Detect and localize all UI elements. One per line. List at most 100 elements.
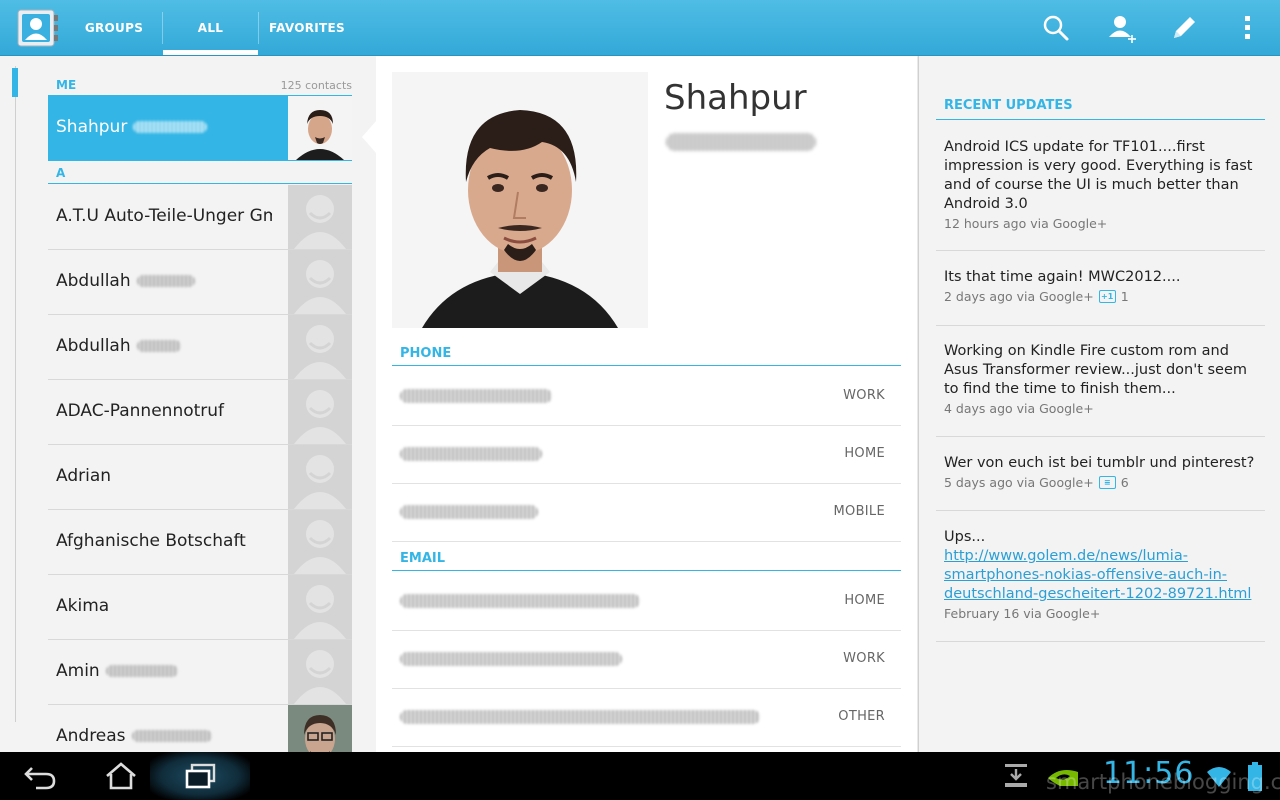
redacted-email xyxy=(400,652,622,666)
email-row-other[interactable]: OTHER xyxy=(392,689,901,747)
update-text: Wer von euch ist bei tumblr und pinteres… xyxy=(944,455,1255,471)
redacted-surname xyxy=(136,340,181,352)
redacted-phone-number xyxy=(400,505,538,519)
home-icon[interactable] xyxy=(104,762,138,794)
redacted-email xyxy=(400,710,760,724)
contact-row[interactable]: Akima xyxy=(48,575,352,640)
phone-type-label: WORK xyxy=(843,388,885,403)
contact-name: Andreas xyxy=(56,726,272,746)
contact-name: Shahpur xyxy=(56,117,272,137)
contact-row[interactable]: Abdullah xyxy=(48,315,352,380)
contact-photo xyxy=(288,705,352,752)
contact-row[interactable]: Andreas xyxy=(48,705,352,752)
section-header-label: ME xyxy=(56,78,77,92)
redacted-phone-number xyxy=(400,447,542,461)
update-item[interactable]: Wer von euch ist bei tumblr und pinteres… xyxy=(936,437,1265,511)
contact-name: Adrian xyxy=(56,466,112,486)
default-avatar-icon xyxy=(288,250,352,314)
contact-display-name: Shahpur xyxy=(664,78,807,118)
email-row-home[interactable]: HOME xyxy=(392,573,901,631)
phone-row-work[interactable]: WORK xyxy=(392,368,901,426)
phone-row-mobile[interactable]: MOBILE xyxy=(392,484,901,542)
email-row-work[interactable]: WORK xyxy=(392,631,901,689)
redacted-surname xyxy=(133,121,208,133)
recent-updates-header: RECENT UPDATES xyxy=(936,94,1265,120)
update-item[interactable]: Ups... http://www.golem.de/news/lumia-sm… xyxy=(936,511,1265,642)
selection-indicator-arrow xyxy=(362,120,376,154)
redacted-surname xyxy=(666,130,816,154)
recent-updates-pane: RECENT UPDATES Android ICS update for TF… xyxy=(918,56,1280,752)
contact-name: ADAC-Pannennotruf xyxy=(56,401,225,421)
phone-type-label: MOBILE xyxy=(833,504,885,519)
update-meta: 5 days ago via Google+ ≡ 6 xyxy=(944,475,1129,490)
watermark: smartphoneblogging.com xyxy=(1046,770,1280,794)
fast-scroll-thumb[interactable] xyxy=(12,68,18,97)
search-icon[interactable] xyxy=(1040,12,1072,44)
update-item[interactable]: Working on Kindle Fire custom rom and As… xyxy=(936,326,1265,437)
default-avatar-icon xyxy=(288,445,352,509)
plus-one-count: 1 xyxy=(1120,289,1129,304)
redacted-email xyxy=(400,594,640,608)
overflow-menu-icon[interactable] xyxy=(1232,12,1264,44)
contact-row[interactable]: Amin xyxy=(48,640,352,705)
email-section-header: EMAIL xyxy=(392,547,901,571)
default-avatar-icon xyxy=(288,575,352,639)
default-avatar-icon xyxy=(288,315,352,379)
contact-name: Akima xyxy=(56,596,110,616)
redacted-surname xyxy=(136,275,195,287)
contact-row[interactable]: Afghanische Botschaft xyxy=(48,510,352,575)
email-type-label: WORK xyxy=(843,651,885,666)
default-avatar-icon xyxy=(288,380,352,444)
update-item[interactable]: Android ICS update for TF101....first im… xyxy=(936,130,1265,251)
section-header-a: A xyxy=(48,162,352,184)
recent-apps-icon[interactable] xyxy=(184,762,218,794)
add-contact-icon[interactable] xyxy=(1106,12,1138,44)
tab-selected-indicator xyxy=(163,50,258,55)
redacted-surname xyxy=(105,665,178,677)
email-type-label: OTHER xyxy=(838,709,885,724)
phone-type-label: HOME xyxy=(844,446,885,461)
contacts-card-icon[interactable] xyxy=(14,7,60,49)
default-avatar-icon xyxy=(288,510,352,574)
update-text: Its that time again! MWC2012.... xyxy=(944,269,1181,285)
section-header-label: A xyxy=(56,166,66,180)
update-meta: 12 hours ago via Google+ xyxy=(944,216,1108,231)
email-type-label: HOME xyxy=(844,593,885,608)
update-text: Working on Kindle Fire custom rom and As… xyxy=(944,343,1248,397)
default-avatar-icon xyxy=(288,640,352,704)
back-icon[interactable] xyxy=(22,762,58,794)
redacted-phone-number xyxy=(400,389,552,403)
contact-detail-pane: Shahpur PHONE WORK HOME MOBILE EMAIL HOM… xyxy=(376,56,917,752)
comment-icon: ≡ xyxy=(1098,476,1116,489)
contact-name: Abdullah xyxy=(56,271,272,291)
update-text: Ups... xyxy=(944,529,986,545)
update-item[interactable]: Its that time again! MWC2012.... 2 days … xyxy=(936,251,1265,326)
download-icon[interactable] xyxy=(1003,762,1029,794)
section-header-me: ME 125 contacts xyxy=(48,74,352,96)
update-meta: February 16 via Google+ xyxy=(944,606,1101,621)
contact-row[interactable]: Adrian xyxy=(48,445,352,510)
action-bar: GROUPS ALL FAVORITES xyxy=(0,0,1280,56)
fast-scroll-track[interactable] xyxy=(15,66,16,722)
contact-row-me[interactable]: Shahpur xyxy=(48,96,352,161)
redacted-surname xyxy=(131,730,212,742)
contact-photo xyxy=(288,96,352,160)
contact-row[interactable]: A.T.U Auto-Teile-Unger Gm xyxy=(48,185,352,250)
update-link[interactable]: http://www.golem.de/news/lumia-smartphon… xyxy=(944,547,1257,604)
contact-list-pane: ME 125 contacts Shahpur A A.T.U Auto-Tei… xyxy=(0,56,376,752)
contact-name: Amin xyxy=(56,661,272,681)
contact-name: A.T.U Auto-Teile-Unger Gm xyxy=(56,206,272,226)
update-meta: 2 days ago via Google+ +1 1 xyxy=(944,289,1129,304)
edit-pencil-icon[interactable] xyxy=(1168,12,1200,44)
tab-favorites[interactable]: FAVORITES xyxy=(259,0,355,56)
contact-row[interactable]: Abdullah xyxy=(48,250,352,315)
tab-all[interactable]: ALL xyxy=(163,0,258,56)
default-avatar-icon xyxy=(288,185,352,249)
update-text: Android ICS update for TF101....first im… xyxy=(944,139,1253,212)
tab-groups[interactable]: GROUPS xyxy=(66,0,162,56)
contact-row[interactable]: ADAC-Pannennotruf xyxy=(48,380,352,445)
update-meta: 4 days ago via Google+ xyxy=(944,401,1094,416)
phone-row-home[interactable]: HOME xyxy=(392,426,901,484)
plus-one-icon: +1 xyxy=(1098,290,1116,303)
comment-count: 6 xyxy=(1120,475,1129,490)
